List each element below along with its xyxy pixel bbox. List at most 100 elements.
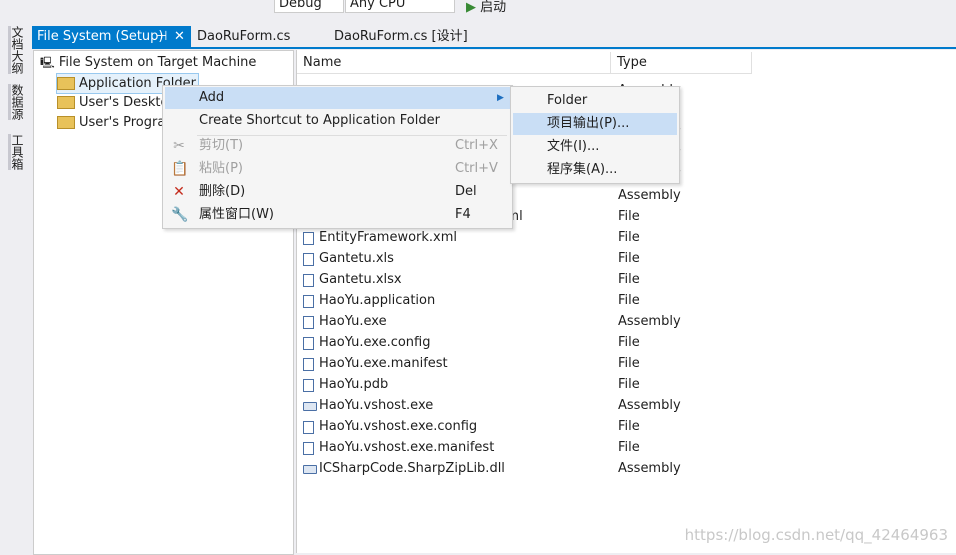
file-type: File [618, 230, 640, 245]
tab-label: File System (Setup) [37, 29, 164, 44]
file-icon [303, 253, 314, 266]
tab-daoruform-design[interactable]: DaoRuForm.cs [设计] [329, 26, 473, 47]
menu-item-label: Add [199, 90, 225, 105]
file-type: File [618, 251, 640, 266]
file-icon [303, 421, 314, 434]
wrench-icon: 🔧 [171, 207, 189, 223]
file-type: Assembly [618, 314, 681, 329]
table-row[interactable]: EntityFramework.xml File [297, 227, 956, 248]
paste-icon: 📋 [171, 161, 189, 177]
file-icon [303, 316, 314, 329]
file-icon [303, 442, 314, 455]
table-row[interactable]: HaoYu.exe.manifest File [297, 353, 956, 374]
file-icon [303, 358, 314, 371]
file-type: Assembly [618, 188, 681, 203]
file-name: Gantetu.xlsx [319, 272, 402, 287]
submenu-item[interactable]: 项目输出(P)... [513, 113, 677, 135]
table-row[interactable]: HaoYu.exe.config File [297, 332, 956, 353]
table-row[interactable]: HaoYu.vshost.exe Assembly [297, 395, 956, 416]
config-dropdown[interactable]: Debug [274, 0, 344, 13]
document-tabs: File System (Setup) ⊣ ✕ DaoRuForm.cs DaoRu… [32, 26, 956, 47]
menu-item-label: Create Shortcut to Application Folder [199, 113, 440, 128]
context-menu: Add ▶ Create Shortcut to Application Folde… [162, 85, 513, 229]
folder-icon [57, 77, 75, 90]
file-name: HaoYu.exe [319, 314, 387, 329]
table-row[interactable]: HaoYu.vshost.exe.config File [297, 416, 956, 437]
table-row[interactable]: HaoYu.exe Assembly [297, 311, 956, 332]
menu-item[interactable]: ✂ 剪切(T) Ctrl+X [165, 135, 510, 157]
menu-item-label: 粘贴(P) [199, 161, 243, 176]
assembly-icon [303, 465, 317, 474]
file-type: File [618, 356, 640, 371]
column-header-type[interactable]: Type [611, 52, 752, 74]
menu-item[interactable]: 🔧 属性窗口(W) F4 [165, 204, 510, 226]
close-icon[interactable]: ✕ [174, 26, 185, 47]
file-name: HaoYu.vshost.exe [319, 398, 434, 413]
file-name: Gantetu.xls [319, 251, 394, 266]
side-tab-strip: 文档大纲 数据源 工具箱 [0, 22, 28, 553]
pin-icon[interactable]: ⊣ [156, 26, 167, 47]
assembly-icon [303, 402, 317, 411]
start-label: 启动 [480, 0, 507, 14]
submenu-item[interactable]: Folder [513, 90, 677, 112]
file-type: File [618, 335, 640, 350]
file-type: File [618, 209, 640, 224]
file-type: File [618, 293, 640, 308]
table-row[interactable]: Gantetu.xls File [297, 248, 956, 269]
file-name: HaoYu.vshost.exe.manifest [319, 440, 495, 455]
submenu-item[interactable]: 文件(I)... [513, 136, 677, 158]
file-name: ICSharpCode.SharpZipLib.dll [319, 461, 505, 476]
table-row[interactable]: HaoYu.application File [297, 290, 956, 311]
column-header-name[interactable]: Name [297, 52, 611, 74]
submenu-item[interactable]: 程序集(A)... [513, 159, 677, 181]
submenu-item-label: Folder [547, 93, 588, 108]
delete-icon: ✕ [173, 184, 185, 200]
tab-file-system-setup[interactable]: File System (Setup) ⊣ ✕ [32, 26, 191, 47]
file-type: Assembly [618, 398, 681, 413]
menu-item-shortcut: Ctrl+X [455, 138, 498, 153]
file-name: HaoYu.vshost.exe.config [319, 419, 478, 434]
file-icon [303, 337, 314, 350]
table-row[interactable]: HaoYu.vshost.exe.manifest File [297, 437, 956, 458]
menu-item[interactable]: 📋 粘贴(P) Ctrl+V [165, 158, 510, 180]
watermark: https://blog.csdn.net/qq_42464963 [684, 526, 948, 544]
table-row[interactable]: Gantetu.xlsx File [297, 269, 956, 290]
menu-item[interactable]: Add ▶ [165, 87, 510, 109]
table-row[interactable]: ICSharpCode.SharpZipLib.dll Assembly [297, 458, 956, 479]
menu-item-label: 剪切(T) [199, 138, 244, 153]
tree-root-label: File System on Target Machine [58, 55, 257, 70]
side-tab-document-outline[interactable]: 文档大纲 [8, 26, 26, 74]
submenu-item-label: 项目输出(P)... [547, 116, 630, 131]
toolbar: Debug Any CPU ▶ 启动 [0, 0, 956, 14]
file-icon [303, 379, 314, 392]
computer-icon: 🖳 [40, 56, 55, 69]
menu-item[interactable]: Create Shortcut to Application Folder [165, 110, 510, 132]
file-icon [303, 274, 314, 287]
add-submenu: Folder 项目输出(P)... 文件(I)... 程序集(A)... [510, 86, 680, 184]
file-icon [303, 232, 314, 245]
file-name: HaoYu.pdb [319, 377, 389, 392]
file-type: File [618, 272, 640, 287]
menu-item-label: 属性窗口(W) [199, 207, 274, 222]
file-name: HaoYu.exe.manifest [319, 356, 448, 371]
play-icon: ▶ [466, 0, 476, 14]
file-type: File [618, 440, 640, 455]
platform-dropdown[interactable]: Any CPU [345, 0, 455, 13]
table-row[interactable]: HaoYu.pdb File [297, 374, 956, 395]
file-type: File [618, 377, 640, 392]
side-tab-toolbox[interactable]: 工具箱 [8, 134, 26, 170]
submenu-arrow-icon: ▶ [497, 93, 504, 103]
start-button[interactable]: ▶ 启动 [466, 0, 506, 14]
folder-icon [57, 116, 75, 129]
tab-underline [32, 47, 956, 49]
tree-root[interactable]: 🖳 File System on Target Machine [40, 53, 256, 72]
tree-item-users-desktop[interactable]: User's Desktop [57, 93, 177, 112]
folder-icon [57, 96, 75, 109]
menu-item-label: 删除(D) [199, 184, 246, 199]
file-type: File [618, 419, 640, 434]
tab-daoruform-cs[interactable]: DaoRuForm.cs [192, 26, 295, 47]
menu-item[interactable]: ✕ 删除(D) Del [165, 181, 510, 203]
side-tab-data-sources[interactable]: 数据源 [8, 84, 26, 120]
file-type: Assembly [618, 461, 681, 476]
submenu-item-label: 程序集(A)... [547, 162, 618, 177]
